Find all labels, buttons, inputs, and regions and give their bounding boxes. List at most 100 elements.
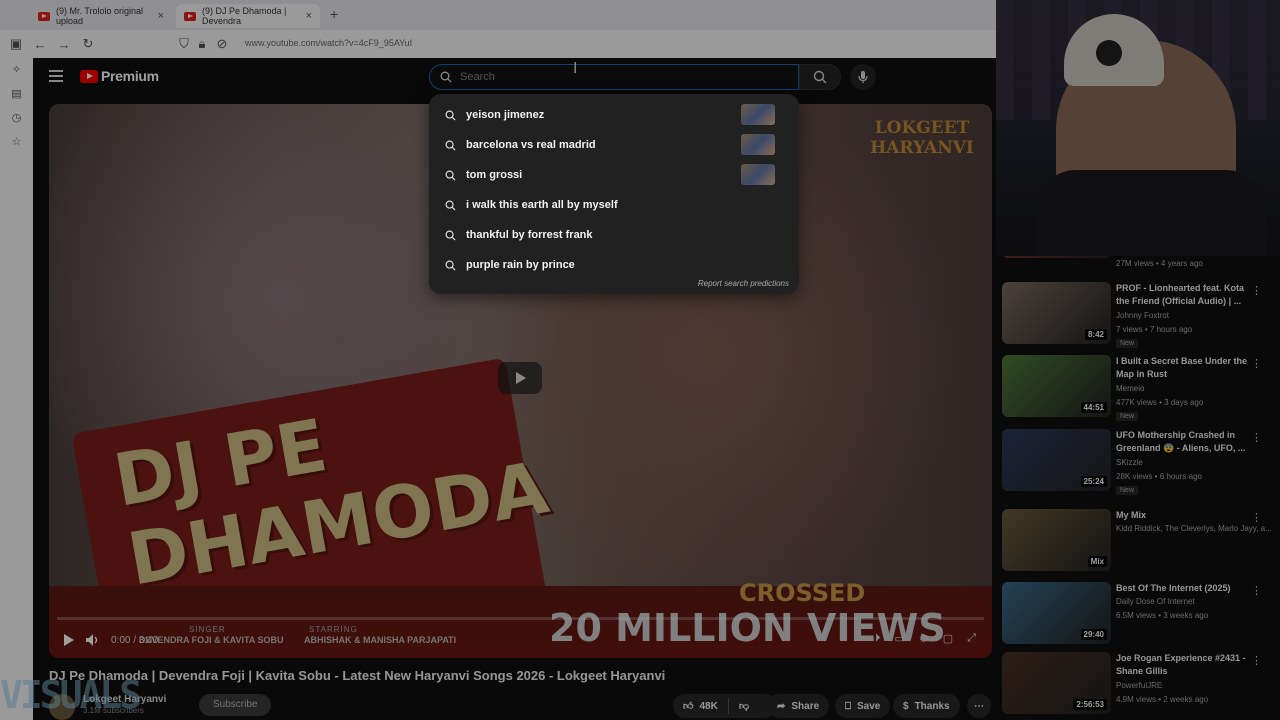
recommendation-thumbnail[interactable]: 44:51 — [1002, 355, 1111, 417]
new-tab-button[interactable]: + — [330, 6, 338, 22]
dislike-icon[interactable]: 👎︎ — [739, 700, 749, 712]
search-suggestion[interactable]: thankful by forrest frank — [429, 220, 799, 250]
microphone-icon — [858, 71, 868, 83]
url-field[interactable]: www.youtube.com/watch?v=4cF9_95AYuI — [245, 38, 412, 48]
youtube-favicon-icon — [38, 11, 50, 21]
forward-arrow-icon[interactable]: → — [52, 37, 76, 52]
share-button[interactable]: ➦ Share — [767, 694, 830, 718]
pocket-icon[interactable]: ▤ — [0, 82, 33, 106]
more-vertical-icon[interactable]: ⋮ — [1251, 511, 1262, 524]
search-suggestion[interactable]: barcelona vs real madrid — [429, 130, 799, 160]
search-button[interactable] — [799, 64, 841, 90]
search-icon — [445, 140, 456, 151]
recommendation-title[interactable]: Joe Rogan Experience #2431 - Shane Gilli… — [1116, 652, 1256, 678]
miniplayer-icon[interactable]: ▢ — [943, 632, 953, 645]
more-vertical-icon[interactable]: ⋮ — [1251, 357, 1262, 370]
ai-chat-icon[interactable]: ✧ — [0, 58, 33, 82]
more-vertical-icon[interactable]: ⋮ — [1251, 431, 1262, 444]
recommendation-channel[interactable]: Johnny Foxtrot — [1116, 311, 1169, 320]
search-suggestion[interactable]: tom grossi — [429, 160, 799, 190]
settings-gear-icon[interactable]: ⚙ — [919, 632, 929, 645]
like-dislike-group: 👍︎ 48K 👎︎ — [673, 694, 777, 718]
recommendation-item[interactable]: 25:24 UFO Mothership Crashed in Greenland… — [1002, 429, 1278, 495]
more-vertical-icon[interactable]: ⋮ — [1251, 584, 1262, 597]
recommendation-thumbnail[interactable]: 29:40 — [1002, 582, 1111, 644]
save-label: Save — [857, 700, 881, 712]
like-icon[interactable]: 👍︎ — [683, 700, 693, 712]
recommendation-item[interactable]: 6:31 27M views • 4 years ago — [1002, 256, 1278, 268]
recommendation-item[interactable]: 44:51 I Built a Secret Base Under the Map… — [1002, 355, 1278, 421]
more-vertical-icon[interactable]: ⋮ — [1251, 284, 1262, 297]
search-icon — [445, 170, 456, 181]
close-icon[interactable]: × — [158, 10, 164, 22]
recommendation-thumbnail[interactable]: 6:31 — [1002, 256, 1111, 258]
back-arrow-icon[interactable]: ← — [28, 37, 52, 52]
sidebar-toggle-icon[interactable]: ▣ — [4, 36, 28, 52]
recommendation-title[interactable]: UFO Mothership Crashed in Greenland 😨 - … — [1116, 429, 1256, 455]
recommendation-channel[interactable]: Memeio — [1116, 384, 1144, 393]
center-play-button[interactable] — [498, 362, 542, 394]
recommendation-channel[interactable]: Daily Dose Of Internet — [1116, 597, 1195, 606]
browser-tab-trololo[interactable]: (9) Mr. Trololo original upload × — [30, 4, 172, 28]
recommendation-item[interactable]: 8:42 PROF - Lionhearted feat. Kota the Fr… — [1002, 282, 1278, 348]
youtube-premium-logo[interactable]: Premium — [80, 68, 159, 84]
recommendation-thumbnail[interactable]: 8:42 — [1002, 282, 1111, 344]
like-count[interactable]: 48K — [699, 701, 717, 712]
voice-search-button[interactable] — [850, 64, 876, 90]
duration-badge: Mix — [1087, 556, 1107, 567]
thanks-button[interactable]: $ Thanks — [893, 694, 960, 718]
recommendation-thumbnail[interactable]: Mix — [1002, 509, 1111, 571]
volume-icon[interactable] — [85, 633, 101, 647]
webcam-overlay — [996, 0, 1280, 256]
recommendation-channel[interactable]: Kidd Riddick, The Cleverlys, Marlo Jayy,… — [1116, 524, 1272, 533]
recommendation-title[interactable]: Best Of The Internet (2025) — [1116, 582, 1256, 595]
search-suggestion[interactable]: i walk this earth all by myself — [429, 190, 799, 220]
permissions-icon[interactable]: ⊘ — [210, 36, 234, 52]
save-button[interactable]: ⎕ Save — [835, 694, 891, 718]
bookmark-star-icon[interactable]: ☆ — [0, 130, 33, 154]
suggestion-text: tom grossi — [466, 169, 523, 181]
recommendation-title[interactable]: PROF - Lionhearted feat. Kota the Friend… — [1116, 282, 1256, 308]
recommendation-title[interactable]: My Mix — [1116, 509, 1256, 522]
search-suggestion[interactable]: yeison jimenez — [429, 100, 799, 130]
more-vertical-icon[interactable]: ⋮ — [1251, 654, 1262, 667]
recommendation-item[interactable]: Mix My Mix Kidd Riddick, The Cleverlys, Ma… — [1002, 509, 1278, 575]
autoplay-toggle-icon[interactable]: ⏵ — [875, 632, 881, 645]
close-icon[interactable]: × — [306, 10, 312, 22]
duration-badge: 2:56:53 — [1073, 699, 1107, 710]
history-icon[interactable]: ◷ — [0, 106, 33, 130]
search-suggestion[interactable]: purple rain by prince — [429, 250, 799, 280]
recommendation-thumbnail[interactable]: 25:24 — [1002, 429, 1111, 491]
lokgeet-haryanvi-logo: LOKGEET HARYANVI — [870, 118, 974, 158]
recommendation-item[interactable]: 29:40 Best Of The Internet (2025) Daily Do… — [1002, 582, 1278, 648]
search-input[interactable] — [460, 71, 780, 83]
thanks-label: Thanks — [914, 700, 950, 712]
report-predictions-link[interactable]: Report search predictions — [698, 279, 789, 288]
suggestion-text: thankful by forrest frank — [466, 229, 593, 241]
recommendation-thumbnail[interactable]: 2:56:53 — [1002, 652, 1111, 714]
search-suggestions-dropdown: yeison jimenez barcelona vs real madrid to… — [429, 94, 799, 294]
search-box[interactable] — [429, 64, 799, 90]
recommendation-title[interactable]: I Built a Secret Base Under the Map in R… — [1116, 355, 1256, 381]
search-icon — [445, 260, 456, 271]
play-icon[interactable] — [63, 633, 75, 647]
browser-sidebar: ✧ ▤ ◷ ☆ — [0, 58, 33, 720]
suggestion-text: yeison jimenez — [466, 109, 545, 121]
progress-bar[interactable] — [57, 617, 984, 620]
recommendation-item[interactable]: 2:56:53 Joe Rogan Experience #2431 - Shan… — [1002, 652, 1278, 718]
suggestion-text: barcelona vs real madrid — [466, 139, 596, 151]
menu-icon[interactable] — [49, 70, 63, 82]
recommendation-channel[interactable]: SKizzle — [1116, 458, 1143, 467]
more-actions-button[interactable]: ⋯ — [967, 694, 991, 718]
duration-badge: 44:51 — [1080, 402, 1107, 413]
share-label: Share — [791, 700, 820, 712]
recommendations-list: 6:31 27M views • 4 years ago 8:42 PROF - Li… — [996, 256, 1280, 720]
play-icon — [516, 372, 526, 384]
browser-tab-dj-pe-dhamoda[interactable]: (9) DJ Pe Dhamoda | Devendra × — [176, 4, 320, 28]
duration-badge: 25:24 — [1080, 476, 1107, 487]
reload-icon[interactable]: ↻ — [76, 36, 100, 52]
webcam-person-hoodie — [1036, 170, 1266, 256]
recommendation-channel[interactable]: PowerfulJRE — [1116, 681, 1162, 690]
fullscreen-icon[interactable]: ⤢ — [967, 632, 976, 645]
subtitles-icon[interactable]: ▭ — [895, 632, 905, 645]
